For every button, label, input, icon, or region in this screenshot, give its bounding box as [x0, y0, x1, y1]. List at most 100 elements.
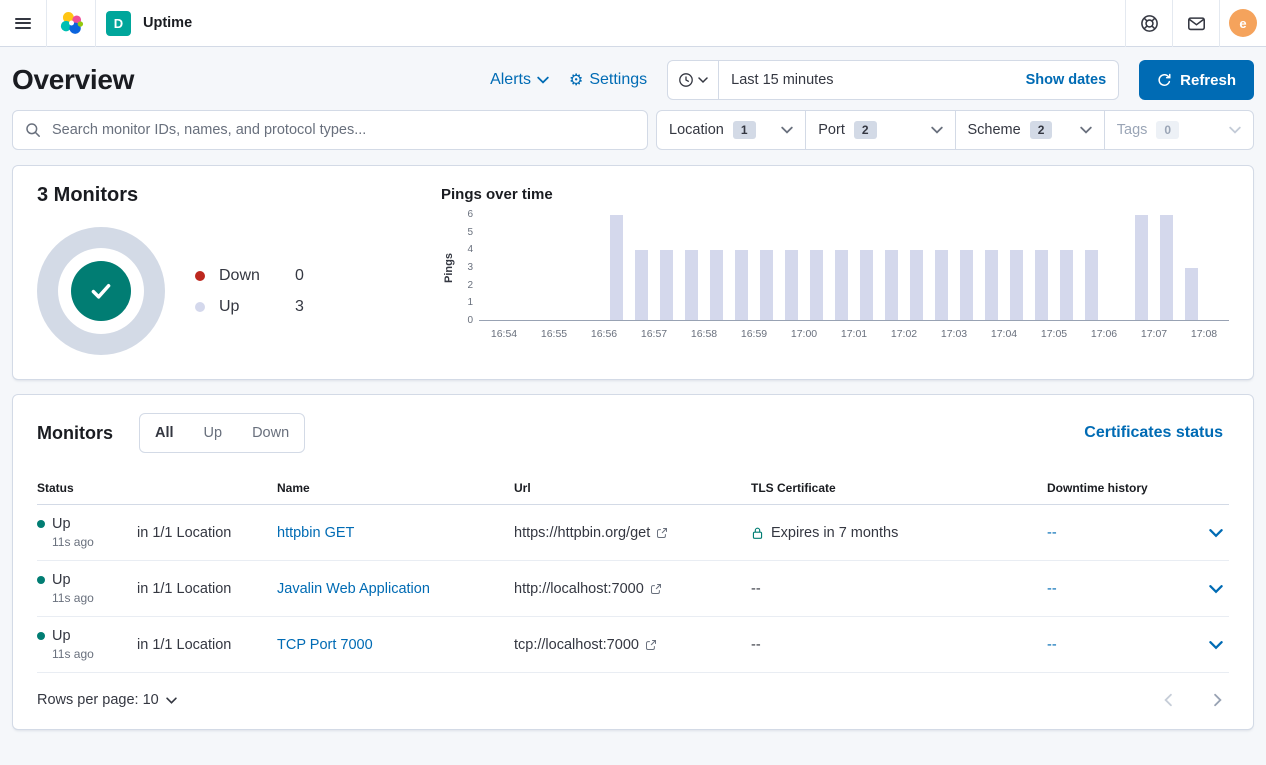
- monitor-url-link[interactable]: https://httpbin.org/get: [514, 525, 751, 541]
- user-avatar: e: [1229, 9, 1257, 37]
- url-text: https://httpbin.org/get: [514, 525, 650, 541]
- ping-bar-slot: [754, 215, 779, 320]
- chevron-down-icon: [1229, 124, 1241, 136]
- ping-bar-slot: [1179, 215, 1204, 320]
- date-range-value[interactable]: Last 15 minutes: [719, 72, 1013, 88]
- expand-row-button[interactable]: [1203, 522, 1229, 544]
- ping-bar: [1035, 250, 1048, 320]
- tab-down[interactable]: Down: [237, 414, 304, 452]
- chevron-down-icon: [698, 75, 708, 85]
- ping-bar: [860, 250, 873, 320]
- previous-page-button[interactable]: [1157, 689, 1179, 711]
- refresh-label: Refresh: [1180, 72, 1236, 89]
- monitor-name-link[interactable]: httpbin GET: [277, 525, 354, 541]
- external-link-icon: [650, 583, 662, 595]
- expand-row-button[interactable]: [1203, 578, 1229, 600]
- status-legend: Down 0 Up 3: [195, 267, 304, 316]
- filter-location[interactable]: Location 1: [657, 111, 805, 149]
- menu-button[interactable]: [0, 0, 46, 47]
- ping-bar: [1085, 250, 1098, 320]
- x-tick-label: 16:56: [579, 328, 629, 340]
- certificates-status-link[interactable]: Certificates status: [1078, 423, 1229, 443]
- tls-cell: Expires in 7 months: [751, 525, 1047, 541]
- tab-up[interactable]: Up: [189, 414, 238, 452]
- tab-all[interactable]: All: [140, 414, 189, 452]
- legend-row-up: Up 3: [195, 298, 304, 316]
- tls-text: --: [751, 581, 761, 597]
- refresh-button[interactable]: Refresh: [1139, 60, 1254, 100]
- search-input[interactable]: [50, 121, 635, 139]
- status-text: Up: [52, 516, 71, 532]
- col-downtime: Downtime history: [1047, 481, 1193, 495]
- x-axis-labels: 16:5416:5516:5616:5716:5816:5917:0017:01…: [479, 328, 1229, 340]
- status-cell: Up 11s ago: [37, 516, 137, 549]
- header-divider: [95, 0, 96, 47]
- monitor-url-link[interactable]: tcp://localhost:7000: [514, 637, 751, 653]
- url-text: http://localhost:7000: [514, 581, 644, 597]
- filter-tags[interactable]: Tags 0: [1104, 111, 1253, 149]
- rows-per-page-button[interactable]: Rows per page: 10: [37, 692, 177, 708]
- ping-bar-slot: [604, 215, 629, 320]
- downtime-cell: --: [1047, 637, 1193, 653]
- help-button[interactable]: [1126, 0, 1172, 47]
- downtime-cell: --: [1047, 525, 1193, 541]
- show-dates-button[interactable]: Show dates: [1014, 72, 1119, 88]
- url-text: tcp://localhost:7000: [514, 637, 639, 653]
- space-badge[interactable]: D: [106, 11, 131, 36]
- hamburger-menu-icon: [15, 15, 31, 31]
- location-cell: in 1/1 Location: [137, 637, 277, 653]
- monitors-table: Status Name Url TLS Certificate Downtime…: [37, 471, 1229, 673]
- tls-cell: --: [751, 581, 1047, 597]
- ping-bar-slot: [729, 215, 754, 320]
- ping-bar: [660, 250, 673, 320]
- date-quick-select-button[interactable]: [668, 61, 719, 99]
- global-header: D Uptime e: [0, 0, 1266, 47]
- ping-bar: [1010, 250, 1023, 320]
- monitor-name-link[interactable]: Javalin Web Application: [277, 581, 430, 597]
- x-tick-label: 16:55: [529, 328, 579, 340]
- alerts-label: Alerts: [490, 71, 531, 89]
- col-tls: TLS Certificate: [751, 481, 1047, 495]
- y-tick-label: 1: [467, 298, 473, 308]
- filter-label: Tags: [1117, 122, 1148, 138]
- col-name: Name: [277, 481, 514, 495]
- chevron-down-icon: [166, 695, 177, 706]
- ping-bar-slot: [654, 215, 679, 320]
- elastic-logo-icon[interactable]: [47, 0, 95, 47]
- page-header: Overview Alerts ⚙ Settings La: [0, 47, 1266, 110]
- pings-bars: [479, 215, 1229, 321]
- refresh-icon: [1157, 73, 1172, 88]
- monitor-url-link[interactable]: http://localhost:7000: [514, 581, 751, 597]
- settings-label: Settings: [589, 71, 647, 89]
- ping-bar-slot: [554, 215, 579, 320]
- filter-count-badge: 0: [1156, 121, 1179, 139]
- monitor-name-link[interactable]: TCP Port 7000: [277, 637, 373, 653]
- filter-scheme[interactable]: Scheme 2: [955, 111, 1104, 149]
- help-buoy-icon: [1140, 14, 1159, 33]
- col-status: Status: [37, 481, 137, 495]
- ping-bar-slot: [1204, 215, 1229, 320]
- newsfeed-button[interactable]: [1173, 0, 1219, 47]
- lock-icon: [751, 526, 764, 540]
- next-page-button[interactable]: [1207, 689, 1229, 711]
- col-url: Url: [514, 481, 751, 495]
- status-text: Up: [52, 628, 71, 644]
- snapshot-panel: 3 Monitors Down 0: [12, 165, 1254, 380]
- user-menu-button[interactable]: e: [1220, 0, 1266, 47]
- ping-bar: [885, 250, 898, 320]
- x-tick-label: 17:07: [1129, 328, 1179, 340]
- settings-button[interactable]: ⚙ Settings: [569, 71, 647, 89]
- status-filter-tabs: All Up Down: [139, 413, 305, 453]
- ping-bar-slot: [579, 215, 604, 320]
- x-tick-label: 16:58: [679, 328, 729, 340]
- ping-bar-slot: [1154, 215, 1179, 320]
- y-axis-ticks: 0123456: [457, 215, 473, 321]
- alerts-dropdown[interactable]: Alerts: [490, 71, 549, 89]
- filter-port[interactable]: Port 2: [805, 111, 954, 149]
- ping-bar: [810, 250, 823, 320]
- filter-count-badge: 2: [1030, 121, 1053, 139]
- col-expand: [1193, 481, 1229, 495]
- ping-bar-slot: [804, 215, 829, 320]
- gear-icon: ⚙: [569, 72, 583, 88]
- expand-row-button[interactable]: [1203, 634, 1229, 656]
